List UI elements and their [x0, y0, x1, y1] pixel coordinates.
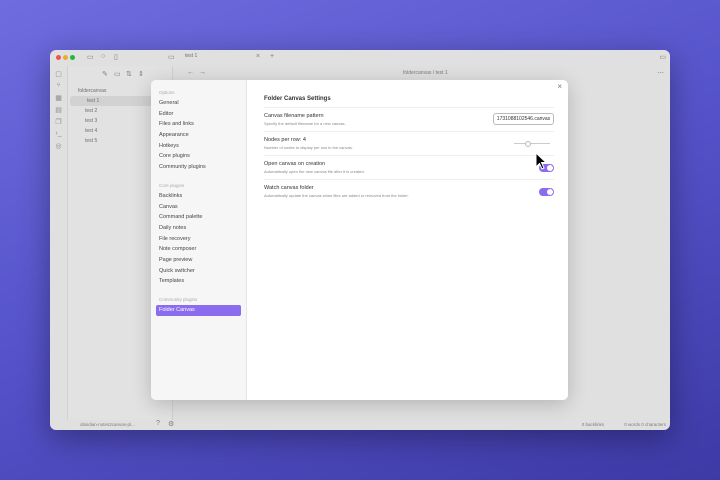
nodes-per-row-slider[interactable]: [514, 140, 550, 147]
setting-open-on-creation: Open canvas on creation Automatically op…: [264, 156, 554, 180]
filename-pattern-input[interactable]: 1731088102546.canvas: [493, 113, 554, 125]
setting-desc: Automatically update the canvas when fil…: [264, 193, 409, 198]
settings-nav-canvas[interactable]: Canvas: [156, 202, 241, 213]
setting-watch-folder: Watch canvas folder Automatically update…: [264, 180, 554, 204]
settings-nav-hotkeys[interactable]: Hotkeys: [156, 141, 241, 152]
settings-nav-daily-notes[interactable]: Daily notes: [156, 223, 241, 234]
settings-sidebar: Options General Editor Files and links Appe…: [151, 80, 247, 400]
section-header: Community plugins: [159, 297, 198, 302]
settings-title: Folder Canvas Settings: [264, 96, 554, 108]
section-header: Core plugins: [159, 182, 185, 188]
setting-name: Open canvas on creation: [264, 161, 326, 167]
setting-desc: Number of nodes to display per row in th…: [264, 145, 353, 150]
settings-nav-note-composer[interactable]: Note composer: [156, 244, 241, 255]
settings-nav-quick-switcher[interactable]: Quick switcher: [156, 266, 241, 277]
close-icon[interactable]: ×: [557, 82, 562, 91]
settings-nav-general[interactable]: General: [156, 98, 241, 109]
settings-nav-files-and-links[interactable]: Files and links: [156, 119, 241, 130]
settings-content: Folder Canvas Settings Canvas filename p…: [264, 96, 554, 204]
settings-nav-templates[interactable]: Templates: [156, 276, 241, 287]
settings-nav-backlinks[interactable]: Backlinks: [156, 191, 241, 202]
settings-nav-file-recovery[interactable]: File recovery: [156, 234, 241, 245]
settings-nav-editor[interactable]: Editor: [156, 109, 241, 120]
setting-name: Nodes per row: 4: [264, 137, 306, 143]
settings-nav-command-palette[interactable]: Command palette: [156, 212, 241, 223]
app-window: ▭ ○ ▯ ▭ test 1 × + ▭ ← → foldercanvas / …: [50, 50, 670, 430]
setting-nodes-per-row: Nodes per row: 4 Number of nodes to disp…: [264, 132, 554, 156]
settings-nav-page-preview[interactable]: Page preview: [156, 255, 241, 266]
setting-desc: Automatically open the new canvas file a…: [264, 169, 365, 174]
settings-nav-community-plugins[interactable]: Community plugins: [156, 162, 241, 173]
setting-name: Watch canvas folder: [264, 185, 314, 191]
settings-nav-core-plugins[interactable]: Core plugins: [156, 151, 241, 162]
slider-handle[interactable]: [524, 140, 531, 147]
section-header: Options: [159, 90, 175, 95]
mouse-cursor-icon: [535, 152, 547, 170]
watch-folder-toggle[interactable]: [539, 188, 554, 196]
settings-nav-folder-canvas[interactable]: Folder Canvas: [156, 305, 241, 316]
settings-modal: Options General Editor Files and links Appe…: [151, 80, 568, 400]
settings-nav-appearance[interactable]: Appearance: [156, 130, 241, 141]
setting-filename-pattern: Canvas filename pattern Specify the defa…: [264, 108, 554, 132]
